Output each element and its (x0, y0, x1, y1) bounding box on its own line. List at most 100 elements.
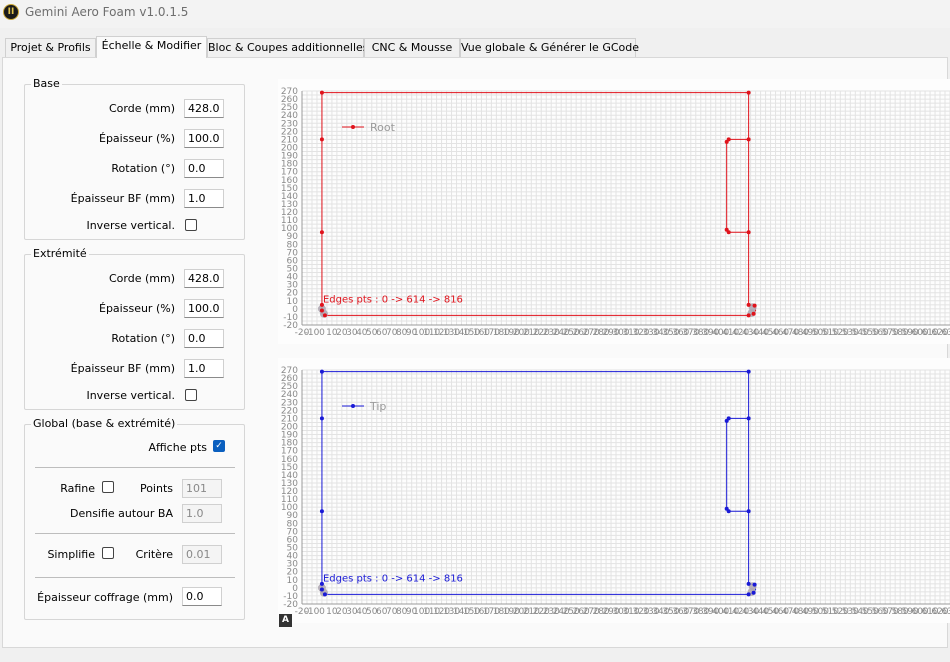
base-corde-input[interactable]: 428.0 (184, 99, 224, 118)
profile-point (752, 303, 757, 308)
profile-point (319, 416, 324, 421)
profile-point (751, 590, 756, 595)
coffrage-input[interactable]: 0.0 (182, 587, 222, 606)
affiche-pts-label: Affiche pts (148, 441, 207, 454)
profile-point (726, 230, 731, 235)
extremite-corde-label: Corde (mm) (109, 272, 175, 285)
base-corde-label: Corde (mm) (109, 102, 175, 115)
plot-grid (301, 369, 950, 605)
profile-point (319, 90, 324, 95)
base-epaisseur-label: Épaisseur (%) (99, 132, 175, 145)
profile-point (746, 581, 751, 586)
profile-point (319, 369, 324, 374)
edges-annotation: Edges pts : 0 -> 614 -> 816 (323, 294, 463, 305)
base-rotation-label: Rotation (°) (111, 162, 175, 175)
extremite-rotation-input[interactable]: 0.0 (184, 329, 224, 348)
simplifie-checkbox[interactable] (102, 547, 114, 559)
tip-plot[interactable]: 270 260 250 240 230 220 210 200 190 180 170 160 150 1… (278, 358, 950, 623)
profile-point (724, 418, 729, 423)
points-input[interactable]: 101 (182, 479, 222, 498)
densifie-label: Densifie autour BA (69, 507, 173, 520)
profile-point (746, 369, 751, 374)
profile-point (322, 313, 327, 318)
plot-grid (301, 90, 950, 326)
global-group: Global (base & extrémité) Affiche pts ✓ … (24, 417, 245, 620)
base-group-title: Base (31, 77, 62, 90)
legend-marker (351, 125, 355, 129)
global-group-title: Global (base & extrémité) (31, 417, 178, 430)
edges-annotation: Edges pts : 0 -> 614 -> 816 (323, 573, 463, 584)
profile-point (322, 592, 327, 597)
base-epaisseur-input[interactable]: 100.0 (184, 129, 224, 148)
x-tick-label: -10 (305, 607, 320, 617)
densifie-input[interactable]: 1.0 (182, 504, 222, 523)
profile-point (746, 90, 751, 95)
title-bar: II Gemini Aero Foam v1.0.1.5 (0, 0, 950, 28)
x-tick-label: 0 (319, 607, 325, 617)
base-epaisseur-bf-label: Épaisseur BF (mm) (70, 192, 175, 205)
base-inverse-checkbox[interactable] (185, 219, 197, 231)
extremite-epaisseur-bf-input[interactable]: 1.0 (184, 359, 224, 378)
profile-point (726, 509, 731, 514)
extremite-epaisseur-input[interactable]: 100.0 (184, 299, 224, 318)
critere-input[interactable]: 0.01 (182, 545, 222, 564)
simplifie-label: Simplifie (47, 548, 95, 561)
profile-point (746, 592, 751, 597)
x-tick-label: 0 (319, 328, 325, 338)
separator (35, 577, 235, 578)
status-bar (0, 648, 950, 662)
tab-projet-profils[interactable]: Projet & Profils (5, 38, 96, 57)
profile-point (319, 308, 324, 313)
profile-point (752, 582, 757, 587)
extremite-epaisseur-bf-label: Épaisseur BF (mm) (70, 362, 175, 375)
profile-point (746, 509, 751, 514)
coffrage-label: Épaisseur coffrage (mm) (37, 591, 173, 604)
extremite-group-title: Extrémité (31, 247, 89, 260)
profile-point (746, 302, 751, 307)
critere-label: Critère (135, 548, 173, 561)
profile-point (319, 230, 324, 235)
root-plot[interactable]: 270 260 250 240 230 220 210 200 190 180 170 160 150 1… (278, 79, 950, 344)
points-label: Points (139, 482, 173, 495)
app-logo-icon: II (3, 4, 19, 20)
tab-cnc-mousse[interactable]: CNC & Mousse (364, 38, 460, 57)
tab-bar: Projet & Profils Échelle & Modifier Bloc… (0, 36, 950, 58)
profile-point (746, 313, 751, 318)
legend-marker (351, 404, 355, 408)
x-tick-label: 630 (941, 607, 950, 617)
base-inverse-label: Inverse vertical. (86, 219, 175, 232)
rafine-label: Rafine (60, 482, 95, 495)
profile-point (319, 137, 324, 142)
x-tick-label: -10 (305, 328, 320, 338)
profile-point (746, 137, 751, 142)
legend-label: Tip (369, 400, 386, 413)
extremite-group: Extrémité Corde (mm) 428.0 Épaisseur (%)… (24, 247, 245, 410)
root-plot-canvas[interactable]: 2702602502402302202102001901801701601501… (278, 79, 950, 344)
tab-echelle-modifier[interactable]: Échelle & Modifier (96, 36, 207, 58)
x-tick-label: 630 (941, 328, 950, 338)
base-epaisseur-bf-input[interactable]: 1.0 (184, 189, 224, 208)
extremite-rotation-label: Rotation (°) (111, 332, 175, 345)
separator (35, 533, 235, 534)
tab-bloc-coupes[interactable]: Bloc & Coupes additionnelles (207, 38, 369, 57)
profile-point (746, 230, 751, 235)
extremite-inverse-label: Inverse vertical. (86, 389, 175, 402)
base-rotation-input[interactable]: 0.0 (184, 159, 224, 178)
profile-point (746, 416, 751, 421)
legend-label: Root (370, 121, 396, 134)
separator (35, 467, 235, 468)
profile-point (751, 311, 756, 316)
rafine-checkbox[interactable] (102, 481, 114, 493)
app-title: Gemini Aero Foam v1.0.1.5 (25, 5, 189, 19)
profile-point (724, 139, 729, 144)
extremite-corde-input[interactable]: 428.0 (184, 269, 224, 288)
extremite-epaisseur-label: Épaisseur (%) (99, 302, 175, 315)
autoscale-button[interactable]: A (279, 614, 292, 627)
profile-point (319, 587, 324, 592)
base-group: Base Corde (mm) 428.0 Épaisseur (%) 100.… (24, 77, 245, 240)
tip-plot-canvas[interactable]: 2702602502402302202102001901801701601501… (278, 358, 950, 623)
affiche-pts-checkbox[interactable]: ✓ (213, 440, 225, 452)
extremite-inverse-checkbox[interactable] (185, 389, 197, 401)
profile-point (319, 509, 324, 514)
tab-vue-globale[interactable]: Vue globale & Générer le GCode (460, 38, 639, 57)
